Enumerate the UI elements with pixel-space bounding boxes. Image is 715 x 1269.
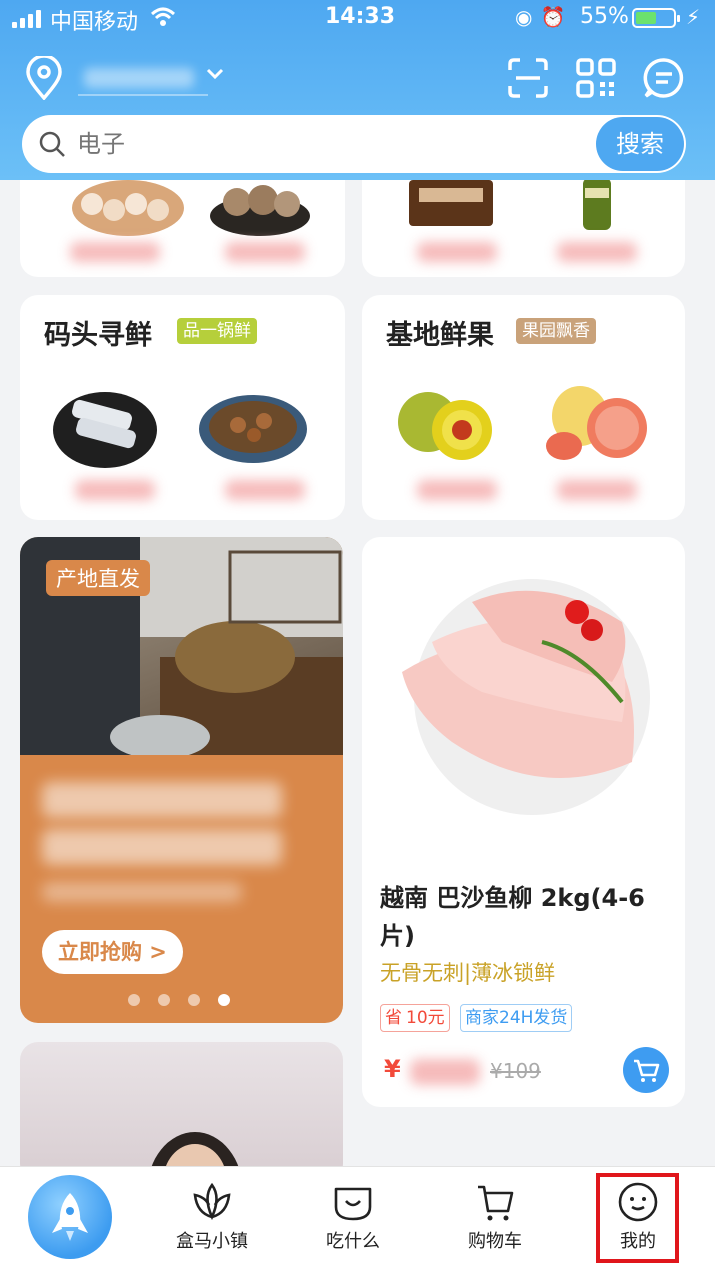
search-input[interactable] bbox=[77, 127, 577, 161]
status-bar: 中国移动 14:33 ◉⏰ 55% ⚡ bbox=[0, 0, 715, 36]
rotation-lock-icon: ◉⏰ bbox=[515, 5, 574, 29]
bowl-icon bbox=[334, 1187, 372, 1221]
add-to-cart-button[interactable] bbox=[623, 1047, 669, 1093]
message-icon[interactable] bbox=[642, 56, 686, 100]
category-title: 码头寻鲜 bbox=[44, 320, 152, 351]
lotus-icon bbox=[193, 1182, 231, 1221]
promo-banner[interactable]: 产地直发 立即抢购 > bbox=[20, 537, 343, 1023]
grapefruit-product-image bbox=[546, 386, 647, 460]
battery-percent: 55% bbox=[580, 4, 629, 29]
shipping-badge: 商家24H发货 bbox=[460, 1004, 573, 1032]
tab-home[interactable] bbox=[28, 1175, 112, 1259]
app-header: 中国移动 14:33 ◉⏰ 55% ⚡ 搜索 bbox=[0, 0, 715, 180]
cart-icon bbox=[634, 1059, 660, 1082]
location-selector[interactable] bbox=[78, 62, 208, 96]
skincare-bottle-image bbox=[409, 180, 493, 226]
clock-time: 14:33 bbox=[325, 4, 396, 29]
category-tag: 果园飘香 bbox=[516, 318, 596, 344]
tab-town[interactable]: 盒马小镇 bbox=[157, 1179, 267, 1259]
category-card-seafood[interactable]: 码头寻鲜 品一锅鲜 bbox=[20, 295, 345, 520]
tab-label: 购物车 bbox=[468, 1231, 522, 1252]
scan-icon[interactable] bbox=[506, 56, 550, 100]
tab-label: 盒马小镇 bbox=[176, 1231, 248, 1252]
price-symbol: ¥ bbox=[384, 1055, 401, 1083]
search-icon bbox=[39, 131, 65, 157]
battery-icon bbox=[632, 8, 680, 28]
kiwi-product-image bbox=[398, 392, 492, 460]
carrier-name: 中国移动 bbox=[50, 10, 139, 35]
category-tag: 品一锅鲜 bbox=[177, 318, 257, 344]
carousel-dots[interactable] bbox=[128, 994, 230, 1006]
search-button[interactable]: 搜索 bbox=[596, 117, 684, 171]
buy-now-button[interactable]: 立即抢购 > bbox=[42, 930, 183, 974]
promo-tag: 产地直发 bbox=[46, 560, 150, 596]
fish-fillet-product-image bbox=[402, 579, 650, 815]
save-badge-value: 10元 bbox=[406, 1008, 445, 1028]
category-title: 基地鲜果 bbox=[386, 320, 494, 351]
highlight-box bbox=[596, 1173, 679, 1263]
qr-code-icon[interactable] bbox=[574, 56, 618, 100]
product-name: 越南 巴沙鱼柳 2kg(4-6片) bbox=[380, 884, 645, 950]
eggs-product-image bbox=[72, 180, 184, 236]
location-pin-icon[interactable] bbox=[24, 56, 64, 100]
cart-icon bbox=[478, 1185, 514, 1221]
charging-icon: ⚡ bbox=[686, 5, 701, 29]
person-image bbox=[147, 1132, 243, 1182]
meatballs-product-image bbox=[210, 185, 310, 236]
rocket-icon bbox=[52, 1193, 88, 1241]
tab-label: 吃什么 bbox=[326, 1231, 380, 1252]
product-card-basa-fish[interactable]: 越南 巴沙鱼柳 2kg(4-6片) 无骨无刺|薄冰锁鲜 省 10元 商家24H发货… bbox=[362, 537, 685, 1107]
product-subtitle: 无骨无刺|薄冰锁鲜 bbox=[380, 961, 556, 985]
signal-icon bbox=[12, 10, 41, 28]
save-badge: 省 10元 bbox=[380, 1004, 450, 1032]
save-badge-label: 省 bbox=[385, 1008, 402, 1028]
tab-cart[interactable]: 购物车 bbox=[440, 1179, 550, 1259]
tab-what-to-eat[interactable]: 吃什么 bbox=[298, 1179, 408, 1259]
original-price: ¥109 bbox=[490, 1059, 541, 1083]
chevron-down-icon[interactable] bbox=[205, 64, 225, 84]
wifi-icon bbox=[150, 6, 176, 33]
video-card-partial[interactable] bbox=[20, 1042, 343, 1182]
oil-bottle-image bbox=[583, 178, 611, 230]
category-card-fruit[interactable]: 基地鲜果 果园飘香 bbox=[362, 295, 685, 520]
fish-steak-product-image bbox=[53, 392, 157, 468]
search-bar[interactable]: 搜索 bbox=[22, 115, 686, 173]
crab-dish-product-image bbox=[199, 395, 307, 463]
